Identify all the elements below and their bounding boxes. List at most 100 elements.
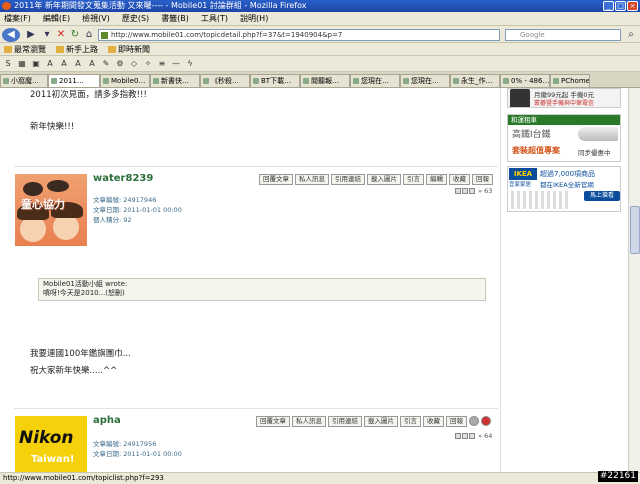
square-icon[interactable]: [455, 433, 461, 439]
cite-button[interactable]: 引言: [403, 174, 424, 185]
menu-edit[interactable]: 編輯(E): [43, 12, 70, 25]
address-bar[interactable]: http://www.mobile01.com/topicdetail.php?…: [98, 29, 500, 41]
ad-sidebar: 月繳99元起 手機0元 寰碁暨手機與中華電信 和運租車 高鐵Ⅰ台鐵 套裝超值專案…: [500, 88, 628, 472]
search-placeholder: Google: [520, 31, 545, 39]
search-icon[interactable]: ⌕: [624, 28, 638, 41]
addon-icon[interactable]: ▦: [18, 56, 26, 71]
bookmark-news[interactable]: 即時新聞: [108, 43, 150, 55]
vote-down-icon[interactable]: [481, 416, 491, 426]
tab-10[interactable]: 0% - 486…: [500, 74, 550, 87]
reply-button[interactable]: 回覆文章: [259, 174, 293, 185]
cite-button[interactable]: 引言: [400, 416, 421, 427]
report-button[interactable]: 回報: [446, 416, 467, 427]
square-icon[interactable]: [469, 433, 475, 439]
vote-up-icon[interactable]: [469, 416, 479, 426]
tab-strip: 小窩魔… 2011… Mobile0… 新書快… 《秒殺… BT下載… 閱聽報……: [0, 72, 640, 88]
quote-link-button[interactable]: 引用連結: [331, 174, 365, 185]
thread-posts: 2011初次見面，請多多指教!!! 新年快樂!!! 童心協力 water8239…: [0, 88, 500, 472]
dropdown-icon[interactable]: ▾: [40, 28, 54, 41]
square-icon[interactable]: [455, 188, 461, 194]
diamond-icon[interactable]: ◇: [130, 56, 138, 71]
vertical-scrollbar[interactable]: [628, 88, 640, 472]
menu-history[interactable]: 歷史(S): [122, 12, 149, 25]
wrench-icon[interactable]: ⚙: [116, 56, 124, 71]
ad-subtext: 寰碁暨手機與中華電信: [534, 100, 595, 107]
tab-8[interactable]: 您現在…: [400, 74, 450, 87]
tab-9[interactable]: 永生_作…: [450, 74, 500, 87]
tab-2[interactable]: Mobile0…: [100, 74, 150, 87]
favorite-button[interactable]: 收藏: [423, 416, 444, 427]
ad-cta-button[interactable]: 馬上搶看: [584, 191, 620, 201]
back-button[interactable]: ◀: [2, 28, 20, 42]
menu-bookmarks[interactable]: 書籤(B): [161, 12, 189, 25]
ad-subline: 都在IKEA全新官網: [540, 181, 594, 189]
square-icon[interactable]: [469, 188, 475, 194]
bolt-icon[interactable]: ϟ: [186, 56, 194, 71]
tab-11[interactable]: PChome…: [550, 74, 590, 87]
tab-0[interactable]: 小窩魔…: [0, 74, 48, 87]
font-a-button[interactable]: A: [60, 56, 68, 71]
reload-button[interactable]: ↻: [68, 28, 82, 41]
font-a-button[interactable]: A: [88, 56, 96, 71]
stop-button[interactable]: ✕: [54, 28, 68, 41]
report-button[interactable]: 回報: [472, 174, 493, 185]
favorite-button[interactable]: 收藏: [449, 174, 470, 185]
ad-banner-ikea[interactable]: IKEA 宜家家居 超過7,000項商品 都在IKEA全新官網 馬上搶看: [507, 166, 621, 212]
scrollbar-thumb[interactable]: [630, 206, 640, 254]
avatar[interactable]: Nikon Taiwan!: [15, 416, 87, 472]
quote-link-button[interactable]: 引用連結: [328, 416, 362, 427]
load-images-button[interactable]: 載入圖片: [364, 416, 398, 427]
bookmark-most-visited[interactable]: 最常瀏覽: [4, 43, 46, 55]
list-icon[interactable]: ≡: [158, 56, 166, 71]
square-icon[interactable]: [462, 188, 468, 194]
menu-tools[interactable]: 工具(T): [201, 12, 228, 25]
bookmarks-toolbar: 最常瀏覽 新手上路 即時新聞: [0, 43, 640, 56]
tab-active[interactable]: 2011…: [48, 74, 100, 87]
addon-icon[interactable]: ▣: [32, 56, 40, 71]
bookmark-getting-started[interactable]: 新手上路: [56, 43, 98, 55]
tab-7[interactable]: 您現在…: [350, 74, 400, 87]
private-message-button[interactable]: 私人訊息: [295, 174, 329, 185]
home-button[interactable]: ⌂: [82, 28, 96, 41]
tab-5[interactable]: BT下載…: [250, 74, 300, 87]
tab-4[interactable]: 《秒殺…: [200, 74, 250, 87]
quote-block: Mobile01活動小組 wrote: 噴呀!今天是2010...(恕刪): [38, 278, 486, 301]
minus-icon[interactable]: —: [172, 56, 180, 71]
navigation-toolbar: ◀ ▶ ▾ ✕ ↻ ⌂ http://www.mobile01.com/topi…: [0, 26, 640, 43]
forward-button[interactable]: ▶: [24, 28, 38, 41]
load-images-button[interactable]: 載入圖片: [367, 174, 401, 185]
tab-3[interactable]: 新書快…: [150, 74, 200, 87]
avatar[interactable]: 童心協力: [15, 174, 87, 246]
ad-banner-phone[interactable]: 月繳99元起 手機0元 寰碁暨手機與中華電信: [507, 88, 621, 108]
font-a-button[interactable]: A: [46, 56, 54, 71]
search-input[interactable]: Google: [505, 29, 621, 41]
close-button[interactable]: ×: [627, 1, 638, 11]
pen-icon[interactable]: ✎: [102, 56, 110, 71]
ad-headline: 高鐵Ⅰ台鐵: [512, 130, 551, 140]
post-date: 文章日期: 2011-01-01 00:00: [93, 450, 182, 458]
star-icon[interactable]: ✧: [144, 56, 152, 71]
ad-banner-rental[interactable]: 和運租車 高鐵Ⅰ台鐵 套裝超值專案 同步優惠中: [507, 114, 621, 162]
url-text: http://www.mobile01.com/topicdetail.php?…: [111, 31, 343, 39]
tab-6[interactable]: 閱聽報…: [300, 74, 350, 87]
username[interactable]: apha: [93, 415, 121, 426]
font-a-button[interactable]: A: [74, 56, 82, 71]
addon-s-button[interactable]: S: [4, 56, 12, 71]
menu-view[interactable]: 檢視(V): [82, 12, 110, 25]
square-icon[interactable]: [462, 433, 468, 439]
post-number: » 64: [455, 432, 492, 440]
post-divider: [14, 408, 498, 409]
post-number: » 63: [455, 187, 492, 195]
edit-button[interactable]: 編輯: [426, 174, 447, 185]
maximize-button[interactable]: □: [615, 1, 626, 11]
menu-help[interactable]: 說明(H): [240, 12, 268, 25]
post-text: 新年快樂!!!: [30, 122, 75, 132]
post-actions: 回覆文章 私人訊息 引用連結 載入圖片 引言 收藏 回報: [256, 416, 491, 427]
menu-file[interactable]: 檔案(F): [4, 12, 31, 25]
post-divider: [14, 166, 498, 167]
username[interactable]: water8239: [93, 173, 153, 184]
private-message-button[interactable]: 私人訊息: [292, 416, 326, 427]
watermark: #22161: [597, 471, 638, 482]
reply-button[interactable]: 回覆文章: [256, 416, 290, 427]
minimize-button[interactable]: _: [603, 1, 614, 11]
